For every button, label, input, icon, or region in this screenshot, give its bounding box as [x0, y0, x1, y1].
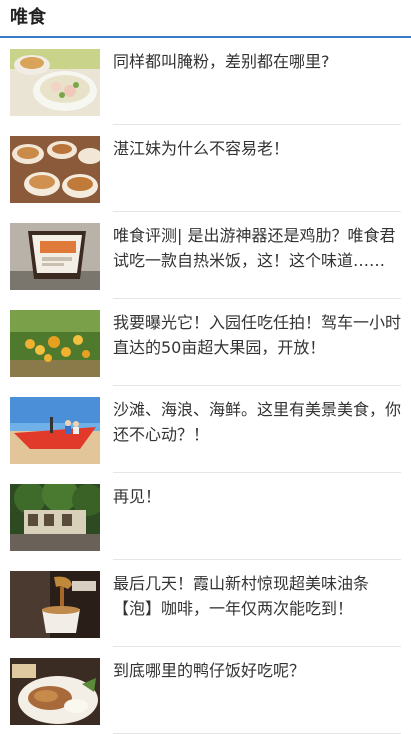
article-item[interactable]: 唯食评测| 是出游神器还是鸡肋？唯食君试吃一款自热米饭，这！这个味道……: [0, 212, 411, 299]
article-title[interactable]: 到底哪里的鸭仔饭好吃呢？: [113, 658, 401, 683]
coffee-pour-image[interactable]: [10, 571, 100, 638]
self-heating-rice-image[interactable]: [10, 223, 100, 290]
noodle-soup-image[interactable]: [10, 49, 100, 116]
article-title[interactable]: 我要曝光它！入园任吃任拍！驾车一小时直达的50亩超大果园，开放！: [113, 310, 401, 360]
article-title[interactable]: 沙滩、海浪、海鲜。这里有美景美食，你还不心动？！: [113, 397, 401, 447]
article-title[interactable]: 再见！: [113, 484, 401, 509]
fruit-orchard-image[interactable]: [10, 310, 100, 377]
page-title: 唯食: [10, 7, 46, 28]
article-title[interactable]: 湛江妹为什么不容易老！: [113, 136, 401, 161]
article-title[interactable]: 唯食评测| 是出游神器还是鸡肋？唯食君试吃一款自热米饭，这！这个味道……: [113, 223, 401, 273]
page-header: 唯食: [0, 0, 411, 38]
street-scene-image[interactable]: [10, 484, 100, 551]
article-item[interactable]: 我要曝光它！入园任吃任拍！驾车一小时直达的50亩超大果园，开放！: [0, 299, 411, 386]
stew-cups-image[interactable]: [10, 136, 100, 203]
article-item[interactable]: 同样都叫腌粉，差别都在哪里?: [0, 38, 411, 125]
article-title[interactable]: 最后几天！霞山新村惊现超美味油条【泡】咖啡，一年仅两次能吃到！: [113, 571, 401, 621]
article-title[interactable]: 同样都叫腌粉，差别都在哪里?: [113, 49, 401, 74]
article-item[interactable]: 再见！: [0, 473, 411, 560]
article-item[interactable]: 最后几天！霞山新村惊现超美味油条【泡】咖啡，一年仅两次能吃到！: [0, 560, 411, 647]
article-item[interactable]: 湛江妹为什么不容易老！: [0, 125, 411, 212]
article-list: 同样都叫腌粉，差别都在哪里? 湛江妹为什么不容易老！ 唯食评测| 是出游神器还是…: [0, 38, 411, 734]
article-item[interactable]: 到底哪里的鸭仔饭好吃呢？: [0, 647, 411, 734]
beach-boat-image[interactable]: [10, 397, 100, 464]
duck-rice-image[interactable]: [10, 658, 100, 725]
article-item[interactable]: 沙滩、海浪、海鲜。这里有美景美食，你还不心动？！: [0, 386, 411, 473]
